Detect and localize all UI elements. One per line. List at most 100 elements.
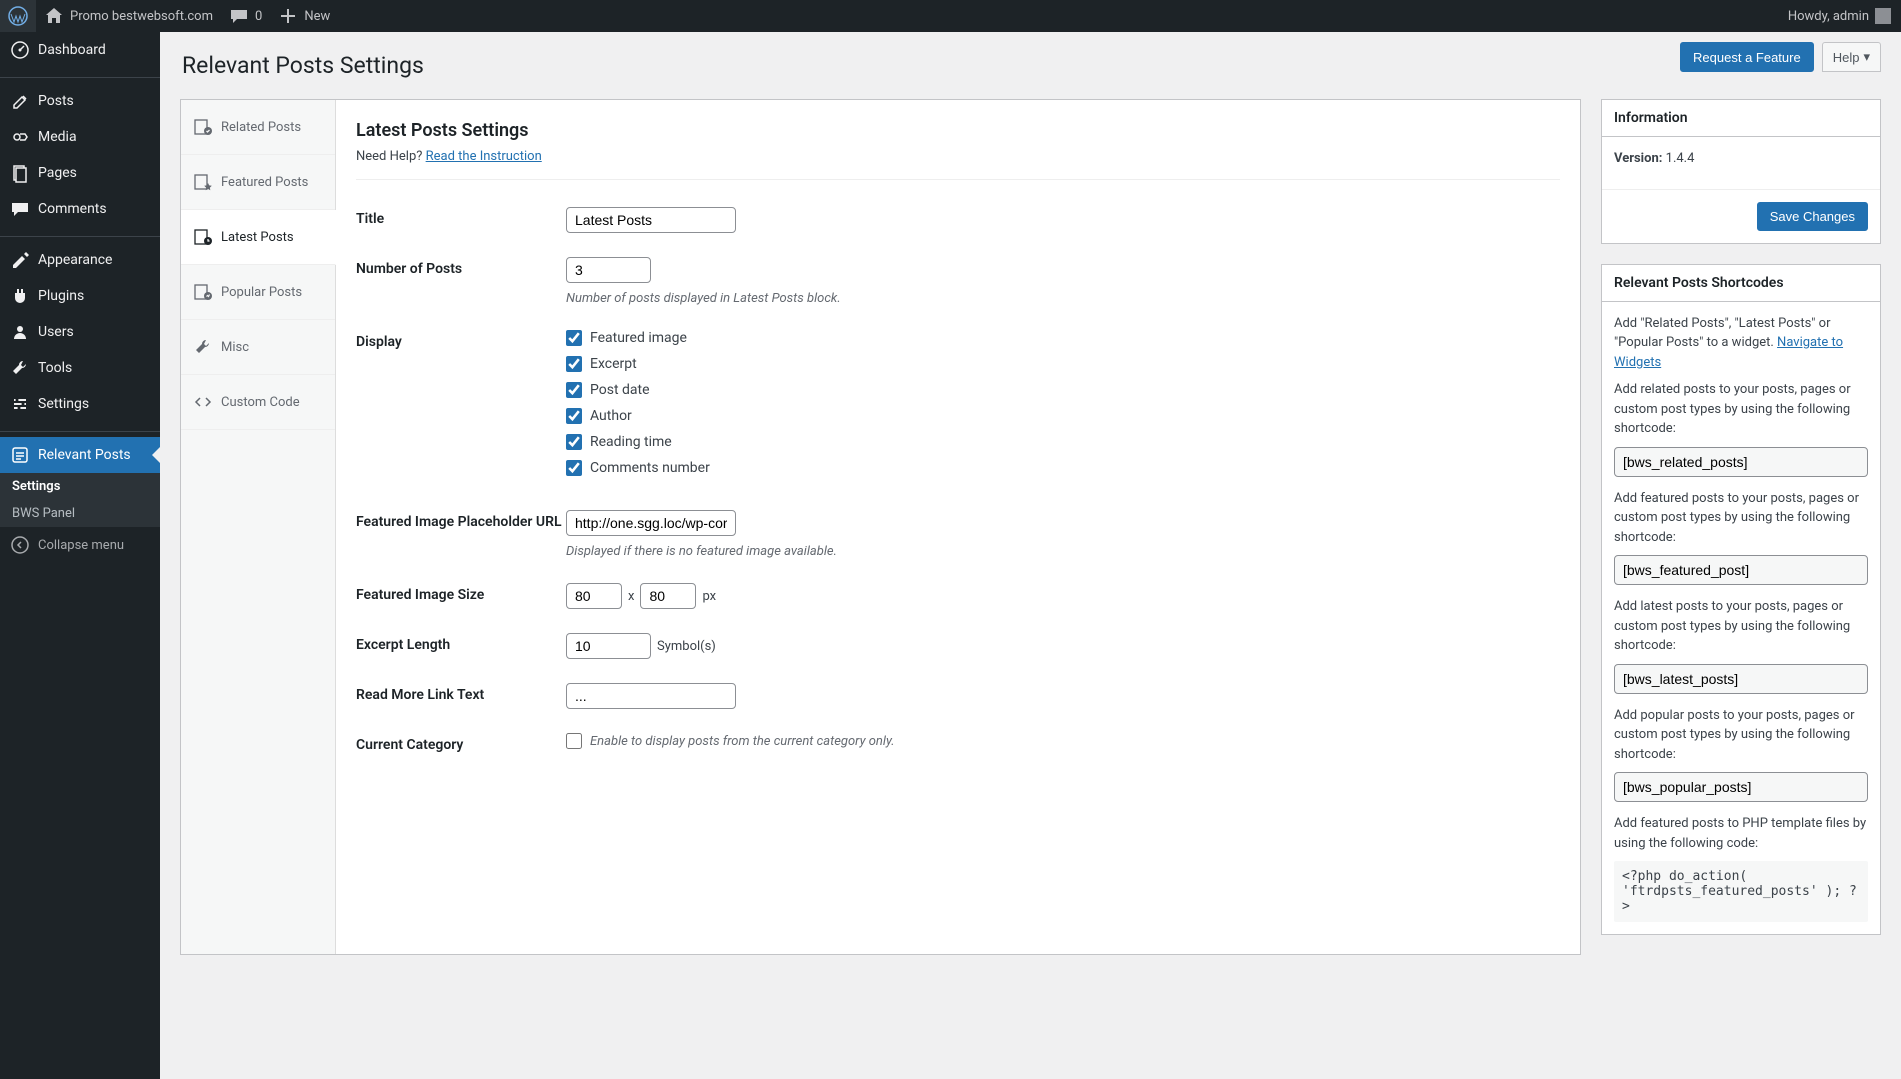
admin-sidebar: Dashboard Posts Media Pages Comments App… bbox=[0, 32, 160, 1079]
featured-shortcode-input[interactable] bbox=[1614, 555, 1868, 585]
display-option[interactable]: Excerpt bbox=[566, 356, 1560, 372]
settings-tabs: Related Posts Featured Posts Latest Post… bbox=[181, 100, 336, 954]
title-label: Title bbox=[356, 207, 566, 227]
display-option[interactable]: Comments number bbox=[566, 460, 1560, 476]
menu-settings[interactable]: Settings bbox=[0, 386, 160, 422]
main-content: Relevant Posts Settings Related Posts Fe… bbox=[160, 32, 1901, 995]
wp-logo[interactable] bbox=[0, 0, 36, 32]
display-option[interactable]: Author bbox=[566, 408, 1560, 424]
display-label: Display bbox=[356, 330, 566, 350]
image-width-input[interactable] bbox=[566, 583, 622, 609]
readmore-input[interactable] bbox=[566, 683, 736, 709]
tab-custom-code[interactable]: Custom Code bbox=[181, 375, 335, 430]
checkbox-reading-time[interactable] bbox=[566, 434, 582, 450]
user-account-link[interactable]: Howdy, admin bbox=[1780, 0, 1901, 32]
category-option[interactable]: Enable to display posts from the current… bbox=[566, 733, 1560, 749]
submenu-bws-panel[interactable]: BWS Panel bbox=[0, 500, 160, 527]
image-height-input[interactable] bbox=[640, 583, 696, 609]
information-box: Information Version: 1.4.4 Save Changes bbox=[1601, 99, 1881, 244]
menu-users[interactable]: Users bbox=[0, 314, 160, 350]
featured-text: Add featured posts to your posts, pages … bbox=[1614, 489, 1868, 548]
save-changes-button[interactable]: Save Changes bbox=[1757, 202, 1868, 231]
information-header: Information bbox=[1602, 100, 1880, 137]
checkbox-comments-number[interactable] bbox=[566, 460, 582, 476]
tab-related-posts[interactable]: Related Posts bbox=[181, 100, 335, 155]
menu-plugins[interactable]: Plugins bbox=[0, 278, 160, 314]
menu-media[interactable]: Media bbox=[0, 119, 160, 155]
checkbox-label: Comments number bbox=[590, 460, 710, 476]
settings-panel: Related Posts Featured Posts Latest Post… bbox=[180, 99, 1581, 955]
popular-shortcode-input[interactable] bbox=[1614, 772, 1868, 802]
checkbox-featured-image[interactable] bbox=[566, 330, 582, 346]
checkbox-label: Reading time bbox=[590, 434, 672, 450]
readmore-label: Read More Link Text bbox=[356, 683, 566, 703]
shortcodes-header: Relevant Posts Shortcodes bbox=[1602, 265, 1880, 302]
menu-label: Tools bbox=[38, 360, 72, 376]
menu-label: Appearance bbox=[38, 252, 112, 268]
menu-relevant-posts[interactable]: Relevant Posts bbox=[0, 437, 160, 473]
settings-form: Latest Posts Settings Need Help? Read th… bbox=[336, 100, 1580, 954]
checkbox-author[interactable] bbox=[566, 408, 582, 424]
request-feature-button[interactable]: Request a Feature bbox=[1680, 42, 1814, 72]
new-label: New bbox=[304, 9, 330, 24]
menu-pages[interactable]: Pages bbox=[0, 155, 160, 191]
tab-latest-posts[interactable]: Latest Posts bbox=[181, 210, 336, 265]
num-posts-input[interactable] bbox=[566, 257, 651, 283]
menu-separator bbox=[0, 232, 160, 237]
php-text: Add featured posts to PHP template files… bbox=[1614, 814, 1868, 853]
menu-appearance[interactable]: Appearance bbox=[0, 242, 160, 278]
tab-misc[interactable]: Misc bbox=[181, 320, 335, 375]
site-name-link[interactable]: Promo bestwebsoft.com bbox=[36, 0, 221, 32]
size-x: x bbox=[628, 589, 634, 604]
related-shortcode-input[interactable] bbox=[1614, 447, 1868, 477]
divider bbox=[356, 179, 1560, 180]
num-posts-label: Number of Posts bbox=[356, 257, 566, 277]
checkbox-current-category[interactable] bbox=[566, 733, 582, 749]
popular-text: Add popular posts to your posts, pages o… bbox=[1614, 706, 1868, 765]
size-unit: px bbox=[702, 589, 716, 604]
menu-label: Users bbox=[38, 324, 74, 340]
menu-label: Dashboard bbox=[38, 42, 106, 58]
tab-label: Popular Posts bbox=[221, 285, 302, 300]
category-label: Current Category bbox=[356, 733, 566, 753]
checkbox-excerpt[interactable] bbox=[566, 356, 582, 372]
tab-popular-posts[interactable]: Popular Posts bbox=[181, 265, 335, 320]
help-label: Help bbox=[1833, 50, 1860, 65]
comments-link[interactable]: 0 bbox=[221, 0, 270, 32]
related-text: Add related posts to your posts, pages o… bbox=[1614, 380, 1868, 439]
new-link[interactable]: New bbox=[270, 0, 338, 32]
latest-shortcode-input[interactable] bbox=[1614, 664, 1868, 694]
help-line: Need Help? Read the Instruction bbox=[356, 149, 1560, 164]
display-option[interactable]: Post date bbox=[566, 382, 1560, 398]
num-posts-desc: Number of posts displayed in Latest Post… bbox=[566, 291, 1560, 306]
checkbox-label: Post date bbox=[590, 382, 650, 398]
menu-separator bbox=[0, 427, 160, 432]
tab-label: Featured Posts bbox=[221, 175, 308, 190]
menu-label: Pages bbox=[38, 165, 77, 181]
placeholder-url-input[interactable] bbox=[566, 510, 736, 536]
checkbox-post-date[interactable] bbox=[566, 382, 582, 398]
version-value: 1.4.4 bbox=[1666, 151, 1695, 166]
help-button[interactable]: Help ▾ bbox=[1822, 42, 1881, 72]
comments-count: 0 bbox=[255, 9, 262, 24]
latest-text: Add latest posts to your posts, pages or… bbox=[1614, 597, 1868, 656]
menu-separator bbox=[0, 73, 160, 78]
collapse-menu[interactable]: Collapse menu bbox=[0, 527, 160, 563]
help-link[interactable]: Read the Instruction bbox=[426, 149, 542, 164]
submenu-settings[interactable]: Settings bbox=[0, 473, 160, 500]
menu-posts[interactable]: Posts bbox=[0, 83, 160, 119]
tab-label: Custom Code bbox=[221, 395, 300, 410]
menu-tools[interactable]: Tools bbox=[0, 350, 160, 386]
admin-bar: Promo bestwebsoft.com 0 New Howdy, admin bbox=[0, 0, 1901, 32]
display-option[interactable]: Reading time bbox=[566, 434, 1560, 450]
menu-label: Relevant Posts bbox=[38, 447, 131, 463]
shortcodes-box: Relevant Posts Shortcodes Add "Related P… bbox=[1601, 264, 1881, 936]
menu-label: Media bbox=[38, 129, 77, 145]
title-input[interactable] bbox=[566, 207, 736, 233]
page-title: Relevant Posts Settings bbox=[182, 52, 1881, 79]
menu-dashboard[interactable]: Dashboard bbox=[0, 32, 160, 68]
tab-featured-posts[interactable]: Featured Posts bbox=[181, 155, 335, 210]
display-option[interactable]: Featured image bbox=[566, 330, 1560, 346]
menu-comments[interactable]: Comments bbox=[0, 191, 160, 227]
excerpt-length-input[interactable] bbox=[566, 633, 651, 659]
